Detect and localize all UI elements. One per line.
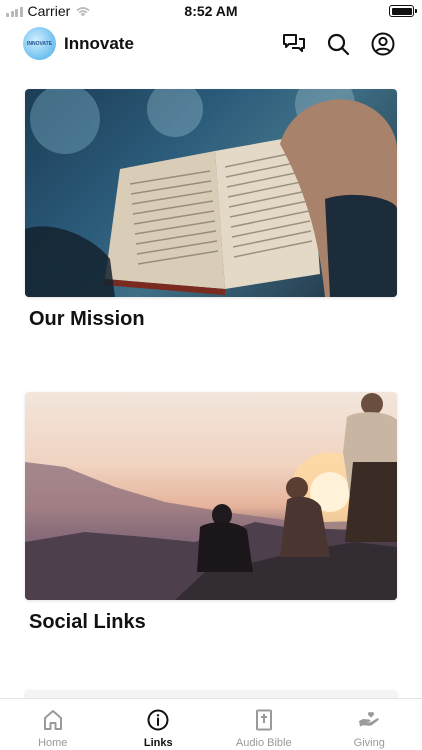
bible-reading-image[interactable] [25, 89, 397, 297]
bible-illustration [25, 89, 397, 297]
search-icon[interactable] [325, 31, 351, 57]
tab-links[interactable]: Links [106, 699, 212, 750]
info-icon [147, 709, 169, 731]
chat-icon[interactable] [281, 31, 307, 57]
tab-label: Links [143, 737, 173, 749]
home-icon [43, 710, 62, 730]
app-title: Innovate [64, 34, 134, 53]
card-social-links[interactable]: Social Links [25, 392, 397, 634]
tab-label: Giving [353, 737, 385, 749]
tab-home[interactable]: Home [0, 699, 106, 750]
tab-audio-bible[interactable]: Audio Bible [211, 699, 317, 750]
tab-giving[interactable]: Giving [317, 699, 422, 750]
tab-label: Audio Bible [235, 737, 292, 749]
app-header: INNOVATE Innovate [0, 22, 422, 66]
status-time: 8:52 AM [184, 3, 238, 19]
card-our-mission[interactable]: Our Mission [25, 89, 397, 331]
bible-icon [255, 709, 272, 731]
battery-icon [389, 5, 417, 17]
giving-hand-icon [359, 712, 380, 727]
card-title: Social Links [29, 611, 146, 633]
card-title: Our Mission [29, 308, 145, 330]
status-bar: Carrier 8:52 AM [0, 0, 422, 22]
logo-text: INNOVATE [26, 40, 53, 47]
tab-label: Home [38, 737, 68, 749]
profile-icon[interactable] [370, 31, 396, 57]
app-logo[interactable]: INNOVATE [23, 27, 56, 60]
battery-fill [391, 7, 412, 15]
sunset-illustration [25, 393, 397, 600]
tab-bar: Home Links Audio Bible Giving [0, 698, 422, 750]
sunset-mountain-image[interactable] [25, 392, 397, 600]
